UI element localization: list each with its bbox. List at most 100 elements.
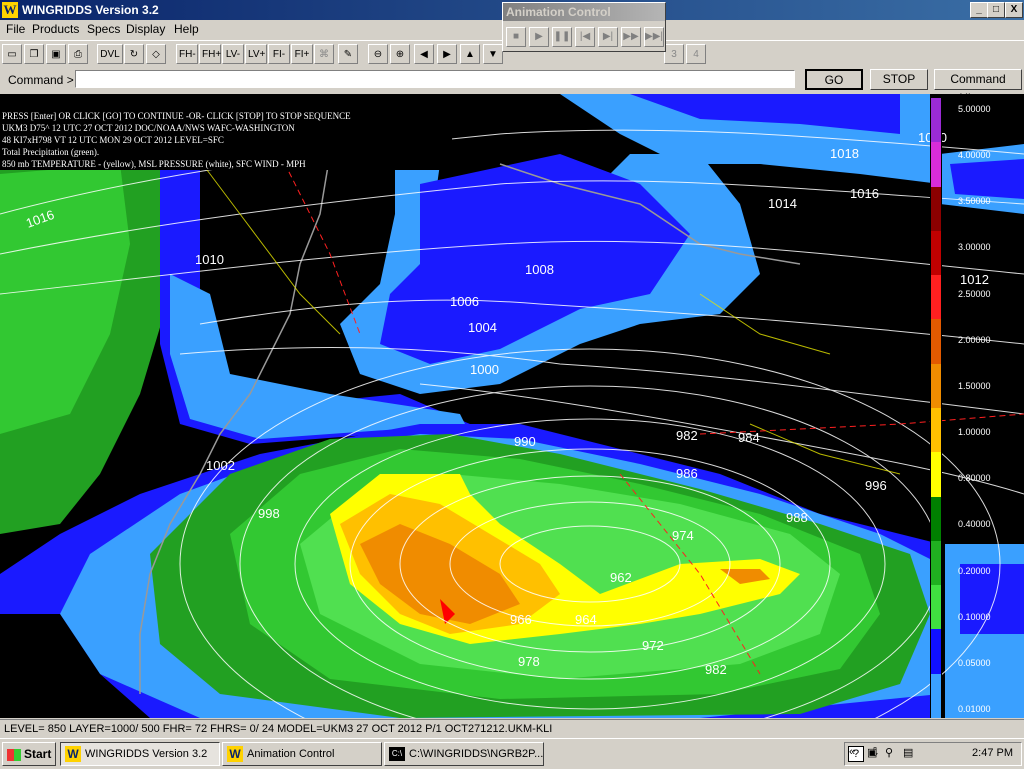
frame-3-button[interactable]: 3 [664,44,684,64]
map-canvas: 1016 1010 1008 1006 1004 1000 1018 1020 … [0,94,1024,718]
svg-text:972: 972 [642,638,664,653]
colorbar-label: 4.00000 [958,150,991,161]
header-line-3: 48 KI7xH798 VT 12 UTC MON 29 OCT 2012 LE… [2,135,224,145]
tray-search-icon[interactable]: ⚲ [885,746,893,759]
animation-control-title[interactable]: Animation Control [503,3,665,21]
open-icon[interactable]: ▭ [2,44,22,64]
refresh-icon[interactable]: ↻ [124,44,144,64]
colorbar-segment [931,496,941,541]
colorbar-segment [931,585,941,630]
command-label: Command > [8,73,74,87]
taskbar-item-label: Animation Control [247,748,335,760]
zoom-in-icon[interactable]: ⊕ [390,44,410,64]
tray-expand-icon[interactable]: « [849,746,855,758]
anim-fast-forward-icon[interactable]: ▶▶ [621,27,641,47]
frame-4-button[interactable]: 4 [686,44,706,64]
taskbar-item-label: WINGRIDDS Version 3.2 [85,748,208,760]
animation-control-window[interactable]: Animation Control ■ ▶ ❚❚ |◀ ▶| ▶▶ ▶▶| [502,2,666,52]
taskbar-item-animation-control[interactable]: W Animation Control [222,742,382,766]
tray-clock[interactable]: 2:47 PM [972,747,1013,759]
colorbar-segment [931,230,941,276]
svg-text:1004: 1004 [468,320,497,335]
anim-next-frame-icon[interactable]: ▶| [598,27,618,47]
header-line-1: PRESS [Enter] OR CLICK [GO] TO CONTINUE … [2,111,351,121]
colorbar-segment [931,408,941,453]
svg-text:1010: 1010 [195,252,224,267]
taskbar-item-wingridds[interactable]: W WINGRIDDS Version 3.2 [60,742,220,766]
colorbar-segment [931,98,941,143]
zoom-out-icon[interactable]: ⊖ [368,44,388,64]
menu-help[interactable]: Help [174,22,199,36]
console-icon: C:\ [389,747,405,761]
copy-icon[interactable]: ❐ [24,44,44,64]
svg-text:962: 962 [610,570,632,585]
pan-right-icon[interactable]: ▶ [437,44,457,64]
command-row: Command > GO STOP Command History [0,67,1024,105]
svg-text:982: 982 [705,662,727,677]
colorbar-label: 0.40000 [958,519,991,530]
lv-minus-button[interactable]: LV- [222,44,244,64]
minimize-button[interactable]: _ [970,2,988,18]
save-icon[interactable]: ▣ [46,44,66,64]
lv-plus-button[interactable]: LV+ [245,44,267,64]
anim-last-frame-icon[interactable]: ▶▶| [644,27,664,47]
command-input[interactable] [75,70,795,88]
link-icon[interactable]: ⌘ [314,44,334,64]
svg-text:1018: 1018 [830,146,859,161]
fh-plus-button[interactable]: FH+ [199,44,221,64]
anim-pause-icon[interactable]: ❚❚ [552,27,572,47]
anim-play-icon[interactable]: ▶ [529,27,549,47]
start-label: Start [24,747,52,761]
print-icon[interactable]: ⎙ [68,44,88,64]
taskbar: Start W WINGRIDDS Version 3.2 W Animatio… [0,738,1024,769]
pan-up-icon[interactable]: ▲ [460,44,480,64]
start-button[interactable]: Start [2,742,56,766]
pencil-icon[interactable]: ✎ [338,44,358,64]
fi-plus-button[interactable]: FI+ [291,44,313,64]
svg-text:966: 966 [510,612,532,627]
menu-file[interactable]: File [6,22,25,36]
menu-specs[interactable]: Specs [87,22,120,36]
tray-monitor-icon[interactable]: ▤ [903,746,913,759]
colorbar-label: 3.00000 [958,242,991,253]
taskbar-item-console[interactable]: C:\ C:\WINGRIDDS\NGRB2P... [384,742,544,766]
menu-products[interactable]: Products [32,22,79,36]
tray-network-icon[interactable]: ▣ [867,746,877,759]
colorbar-segment [931,540,941,586]
anim-first-frame-icon[interactable]: |◀ [575,27,595,47]
close-button[interactable]: X [1005,2,1023,18]
menu-display[interactable]: Display [126,22,165,36]
header-line-2: UKM3 D75^ 12 UTC 27 OCT 2012 DOC/NOAA/NW… [2,123,295,133]
app-logo-icon: W [2,2,18,18]
eraser-icon[interactable]: ◇ [146,44,166,64]
colorbar-segment [931,452,941,497]
svg-text:1008: 1008 [525,262,554,277]
svg-text:988: 988 [786,510,808,525]
fh-minus-button[interactable]: FH- [176,44,198,64]
colorbar-label: 1.50000 [958,380,991,391]
wingridds-app-icon: W [227,746,243,762]
pan-left-icon[interactable]: ◀ [414,44,434,64]
svg-text:996: 996 [865,478,887,493]
svg-text:978: 978 [518,654,540,669]
stop-button[interactable]: STOP [870,69,928,90]
command-history-button[interactable]: Command History [934,69,1022,105]
dvl-button[interactable]: DVL [97,44,123,64]
pan-down-icon[interactable]: ▼ [483,44,503,64]
colorbar-label: 0.20000 [958,565,991,576]
fi-minus-button[interactable]: FI- [268,44,290,64]
colorbar-segment [931,363,941,408]
svg-text:998: 998 [258,506,280,521]
window-title: WINGRIDDS Version 3.2 [22,3,159,17]
anim-stop-icon[interactable]: ■ [506,27,526,47]
svg-text:990: 990 [514,434,536,449]
go-button[interactable]: GO [805,69,863,90]
colorbar-label: 0.10000 [958,611,991,622]
svg-text:984: 984 [738,430,760,445]
colorbar-label: 2.00000 [958,334,991,345]
header-line-5: 850 mb TEMPERATURE - (yellow), MSL PRESS… [2,159,306,169]
precipitation-colorbar [931,98,941,718]
maximize-button[interactable]: □ [987,2,1005,18]
colorbar-segment [931,186,941,231]
weather-map[interactable]: 1016 1010 1008 1006 1004 1000 1018 1020 … [0,94,1024,718]
